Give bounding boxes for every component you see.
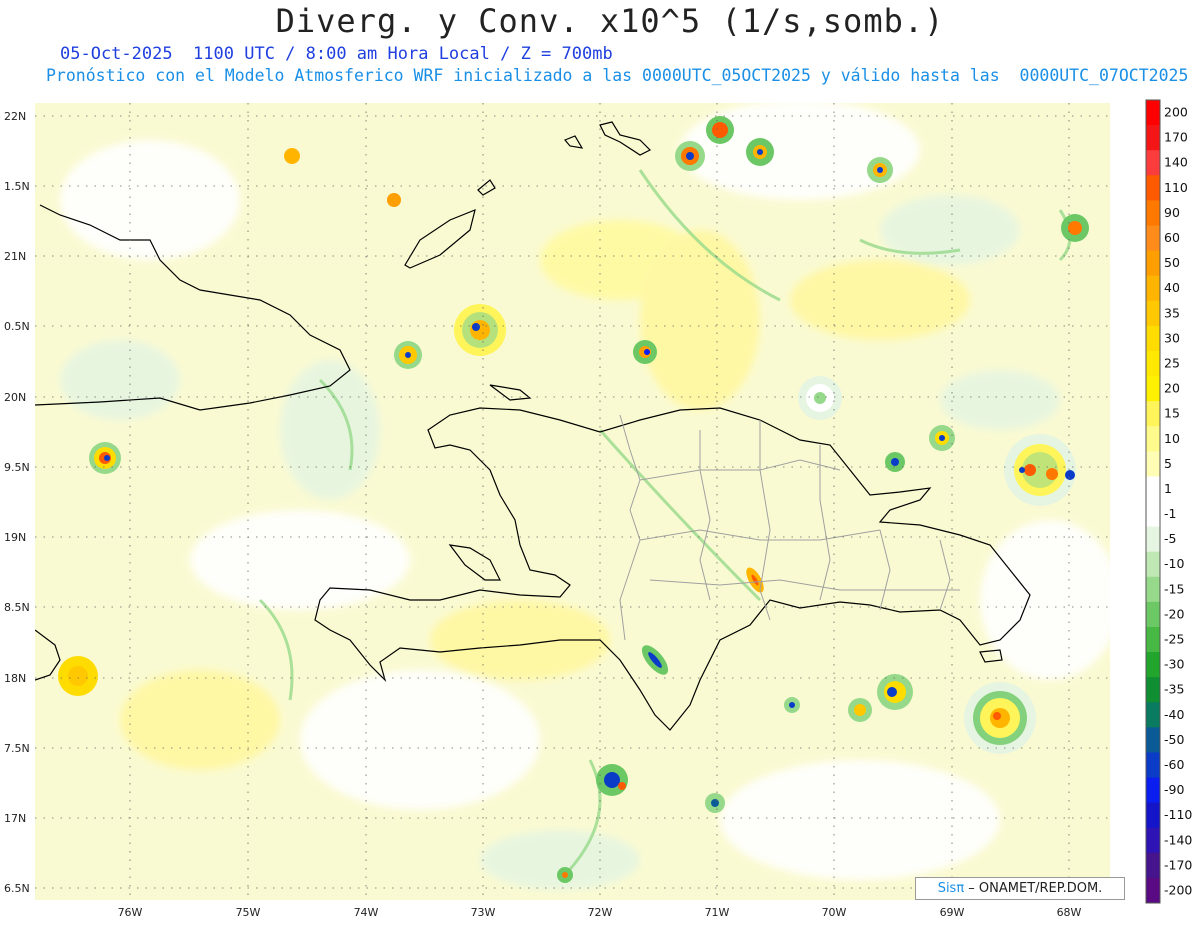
colorbar-label: 50 [1164, 255, 1180, 270]
colorbar-swatch [1146, 702, 1160, 728]
colorbar-swatch [1146, 802, 1160, 829]
colorbar-swatch [1146, 827, 1160, 854]
lon-label: 76W [118, 906, 143, 919]
colorbar-label: -30 [1164, 657, 1184, 672]
colorbar-swatch [1146, 877, 1160, 904]
colorbar-label: 30 [1164, 330, 1180, 345]
colorbar-label: 10 [1164, 431, 1180, 446]
colorbar-label: 20 [1164, 381, 1180, 396]
colorbar-swatch [1146, 350, 1160, 377]
colorbar-swatch [1146, 325, 1160, 352]
colorbar-swatch [1146, 150, 1160, 176]
colorbar-swatch [1146, 225, 1160, 252]
lat-label: 18N [4, 672, 26, 685]
colorbar-swatch [1146, 300, 1160, 327]
lon-label: 71W [705, 906, 730, 919]
colorbar-label: 15 [1164, 406, 1180, 421]
colorbar-swatch [1146, 100, 1160, 126]
colorbar-swatch [1146, 727, 1160, 753]
colorbar-label: -10 [1164, 556, 1184, 571]
latitude-labels: 22N 1.5N 21N 0.5N 20N 9.5N 19N 8.5N 18N … [4, 110, 30, 895]
colorbar-swatch [1146, 125, 1160, 151]
colorbar-swatch [1146, 677, 1160, 703]
colorbar-label: 90 [1164, 205, 1180, 220]
colorbar-label: -200 [1164, 882, 1192, 897]
colorbar-label: -50 [1164, 732, 1184, 747]
colorbar-label: -140 [1164, 832, 1192, 847]
colorbar-swatch [1146, 551, 1160, 578]
longitude-labels: 76W 75W 74W 73W 72W 71W 70W 69W 68W [118, 906, 1082, 919]
lat-label: 0.5N [4, 320, 30, 333]
colorbar-label: -40 [1164, 707, 1184, 722]
colorbar-swatch [1146, 451, 1160, 477]
colorbar-swatch [1146, 526, 1160, 553]
lat-label: 22N [4, 110, 26, 123]
colorbar-swatch [1146, 652, 1160, 678]
colorbar-swatch [1146, 576, 1160, 603]
lon-label: 73W [471, 906, 496, 919]
colorbar-swatch [1146, 752, 1160, 779]
lat-label: 7.5N [4, 742, 30, 755]
colorbar-label: -20 [1164, 606, 1184, 621]
divergence-map: 22N 1.5N 21N 0.5N 20N 9.5N 19N 8.5N 18N … [4, 99, 1192, 919]
lon-label: 75W [236, 906, 261, 919]
colorbar-label: 200 [1164, 105, 1188, 120]
lat-label: 8.5N [4, 601, 30, 614]
colorbar-label: -15 [1164, 581, 1184, 596]
credit-text: – ONAMET/REP.DOM. [964, 881, 1103, 896]
colorbar-label: 60 [1164, 230, 1180, 245]
lat-label: 19N [4, 531, 26, 544]
colorbar-swatch [1146, 401, 1160, 427]
lat-label: 6.5N [4, 882, 30, 895]
lat-label: 1.5N [4, 180, 30, 193]
colorbar-label: 40 [1164, 280, 1180, 295]
lon-label: 70W [822, 906, 847, 919]
colorbar-label: -35 [1164, 682, 1184, 697]
lon-label: 74W [354, 906, 379, 919]
colorbar-label: 110 [1164, 180, 1188, 195]
colorbar-swatch [1146, 175, 1160, 201]
credit-box: Sisπ – ONAMET/REP.DOM. [915, 877, 1125, 900]
colorbar-label: 25 [1164, 355, 1180, 370]
colorbar-label: 170 [1164, 130, 1188, 145]
sispi-logo: Sisπ [937, 881, 965, 896]
lat-label: 9.5N [4, 461, 30, 474]
colorbar: 200 170 140 110 90 60 50 40 35 30 25 20 15 10 5 1 -1 -5 -1… [1145, 99, 1192, 904]
colorbar-label: -5 [1164, 531, 1176, 546]
colorbar-swatch [1146, 250, 1160, 277]
colorbar-label: 5 [1164, 456, 1172, 471]
colorbar-label: -110 [1164, 807, 1192, 822]
colorbar-swatch [1146, 476, 1160, 502]
colorbar-swatch [1146, 501, 1160, 528]
colorbar-swatch [1146, 426, 1160, 452]
colorbar-swatch [1146, 275, 1160, 302]
colorbar-swatch [1146, 200, 1160, 226]
lat-label: 21N [4, 250, 26, 263]
colorbar-swatch [1146, 777, 1160, 804]
colorbar-label: -170 [1164, 857, 1192, 872]
colorbar-label: -60 [1164, 757, 1184, 772]
colorbar-swatch [1146, 626, 1160, 653]
lon-label: 72W [588, 906, 613, 919]
colorbar-label: 35 [1164, 305, 1180, 320]
colorbar-label: -1 [1164, 506, 1176, 521]
colorbar-label: 140 [1164, 155, 1188, 170]
colorbar-swatch [1146, 376, 1160, 402]
colorbar-swatch [1146, 601, 1160, 628]
lon-label: 69W [940, 906, 965, 919]
lat-label: 20N [4, 391, 26, 404]
colorbar-label: -90 [1164, 782, 1184, 797]
colorbar-label: -25 [1164, 632, 1184, 647]
lat-label: 17N [4, 812, 26, 825]
lon-label: 68W [1057, 906, 1082, 919]
colorbar-swatch [1146, 852, 1160, 879]
colorbar-label: 1 [1164, 481, 1172, 496]
